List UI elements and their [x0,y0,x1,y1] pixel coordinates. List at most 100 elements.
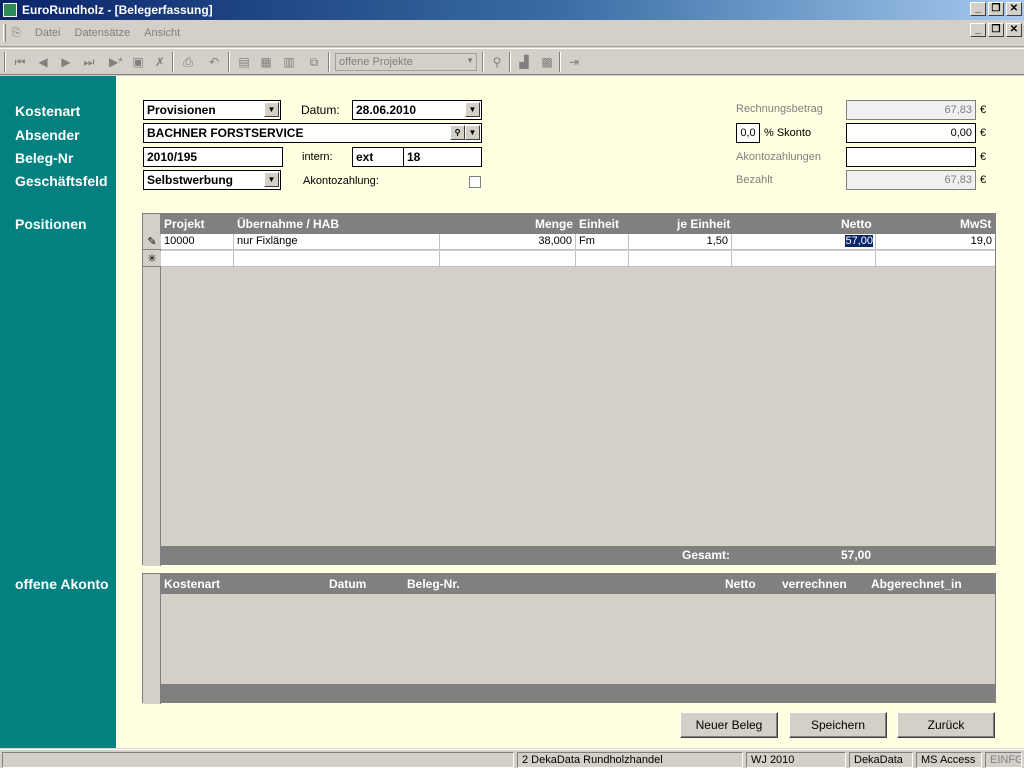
mdi-close-button[interactable]: ✕ [1006,23,1022,37]
zurueck-button[interactable]: Zurück [897,712,995,738]
table-view-icon[interactable]: ▥ [279,53,299,71]
search-icon[interactable]: ⚲ [450,125,465,140]
positionen-header: Projekt Übernahme / HAB Menge Einheit je… [161,214,995,234]
record-selector-column [143,574,161,704]
copy-icon[interactable]: ⧉ [304,53,324,71]
chevron-down-icon[interactable]: ▼ [264,102,279,117]
tree-icon[interactable]: ⚲ [487,53,507,71]
col-menge[interactable]: Menge [535,217,573,231]
chevron-down-icon[interactable]: ▼ [465,102,480,117]
beleg-nr-field[interactable]: 2010/195 [143,147,283,167]
statusbar: 2 DekaData Rundholzhandel WJ 2010 DekaDa… [0,749,1024,768]
cell-einheit[interactable]: Fm [576,234,629,250]
intern-prefix-field[interactable]: ext [352,147,404,167]
project-filter-select[interactable]: offene Projekte ▼ [335,53,477,71]
new-table-row[interactable] [161,251,995,267]
mdi-minimize-button[interactable]: _ [970,23,986,37]
intern-label: intern: [302,151,333,163]
akonto-header: Kostenart Datum Beleg-Nr. Netto verrechn… [161,574,995,594]
col-projekt[interactable]: Projekt [164,217,205,231]
geschaeftsfeld-select[interactable]: Selbstwerbung ▼ [143,170,281,190]
status-db: MS Access [916,752,982,768]
previous-record-icon[interactable]: ◀ [33,53,53,71]
akontozahlungen-field[interactable] [846,147,976,167]
exit-icon[interactable]: ⇥ [564,53,584,71]
cell-mwst[interactable]: 19,0 [876,234,995,250]
kostenart-select[interactable]: Provisionen ▼ [143,100,281,120]
cell-netto[interactable]: 57,00 [732,234,876,250]
chevron-down-icon[interactable]: ▼ [264,172,279,187]
label-kostenart: Kostenart [15,103,81,119]
grid-tool-icon[interactable]: ▩ [537,53,557,71]
minimize-button[interactable]: _ [970,2,986,16]
rechnungsbetrag-label: Rechnungsbetrag [736,103,823,115]
bezahlt-label: Bezahlt [736,174,773,186]
col-datum[interactable]: Datum [329,577,366,591]
rechnungsbetrag-field[interactable]: 67,83 [846,100,976,120]
col-verrechnen[interactable]: verrechnen [782,577,847,591]
akonto-grid: Kostenart Datum Beleg-Nr. Netto verrechn… [142,573,996,704]
datum-label: Datum: [301,103,340,117]
bezahlt-field[interactable]: 67,83 [846,170,976,190]
col-je-einheit[interactable]: je Einheit [677,217,730,231]
cell-projekt[interactable]: 10000 [161,234,234,250]
datum-select[interactable]: 28.06.2010 ▼ [352,100,482,120]
cell-menge[interactable]: 38,000 [440,234,576,250]
close-button[interactable]: ✕ [1006,2,1022,16]
skonto-label: % Skonto [764,127,812,139]
status-mode: EINFG [985,752,1022,768]
cell-je-einheit[interactable]: 1,50 [629,234,732,250]
status-vendor: DekaData [849,752,913,768]
akontozahlung-checkbox[interactable] [469,176,481,188]
col-abgerechnet-in[interactable]: Abgerechnet_in [871,577,962,591]
col-einheit[interactable]: Einheit [579,217,619,231]
label-offene-akonto: offene Akonto [15,576,109,592]
currency-label: € [980,174,987,186]
skonto-percent-field[interactable]: 0,0 [736,123,760,143]
col-uebernahme[interactable]: Übernahme / HAB [237,217,339,231]
menu-datei[interactable]: Datei [35,27,61,40]
intern-nr-field[interactable]: 18 [403,147,482,167]
currency-label: € [980,151,987,163]
first-record-icon[interactable]: ⏮ [10,53,30,71]
label-positionen: Positionen [15,216,87,232]
col-netto[interactable]: Netto [841,217,872,231]
restore-button[interactable]: ❐ [988,2,1004,16]
menubar: ⎘ Datei Datensätze Ansicht _ ❐ ✕ [0,20,1024,47]
datasheet-view-icon[interactable]: ▦ [256,53,276,71]
table-row[interactable]: 10000 nur Fixlänge 38,000 Fm 1,50 57,00 … [161,234,995,250]
document-icon: ⎘ [12,27,21,39]
delete-icon[interactable]: ✗ [150,53,170,71]
col-mwst[interactable]: MwSt [960,217,991,231]
print-icon[interactable]: ⎙ [178,53,198,71]
akontozahlung-label: Akontozahlung: [303,175,379,187]
window-titlebar: EuroRundholz - [Belegerfassung] _ ❐ ✕ [0,0,1024,20]
menu-ansicht[interactable]: Ansicht [144,27,180,40]
undo-icon[interactable]: ↶ [204,53,224,71]
neuer-beleg-button[interactable]: Neuer Beleg [680,712,778,738]
save-icon[interactable]: ▣ [128,53,148,71]
last-record-icon[interactable]: ⏭ [79,53,99,71]
cell-uebernahme[interactable]: nur Fixlänge [234,234,440,250]
positionen-grid: Projekt Übernahme / HAB Menge Einheit je… [142,213,996,566]
label-beleg-nr: Beleg-Nr [15,150,74,166]
form-view-icon[interactable]: ▤ [234,53,254,71]
skonto-field[interactable]: 0,00 [846,123,976,143]
positionen-footer: Gesamt: 57,00 [161,546,995,564]
speichern-button[interactable]: Speichern [789,712,887,738]
build-icon[interactable]: ▟ [514,53,534,71]
menu-datensaetze[interactable]: Datensätze [75,27,131,40]
new-record-icon[interactable]: ▶* [106,53,126,71]
mdi-restore-button[interactable]: ❐ [988,23,1004,37]
col-beleg-nr[interactable]: Beleg-Nr. [407,577,460,591]
form-area: Provisionen ▼ Datum: 28.06.2010 ▼ BACHNE… [116,76,1024,748]
toolbar: ⏮ ◀ ▶ ⏭ ▶* ▣ ✗ ⎙ ↶ ▤ ▦ ▥ ⧉ offene Projek… [0,48,1024,75]
new-row-asterisk-icon: ✳ [143,251,161,267]
next-record-icon[interactable]: ▶ [56,53,76,71]
cell-netto-value: 57,00 [845,235,873,247]
col-kostenart[interactable]: Kostenart [164,577,220,591]
chevron-down-icon[interactable]: ▼ [465,125,480,140]
col-netto[interactable]: Netto [725,577,756,591]
absender-field[interactable]: BACHNER FORSTSERVICE ⚲ ▼ [143,123,482,143]
menubar-grip [3,24,6,42]
